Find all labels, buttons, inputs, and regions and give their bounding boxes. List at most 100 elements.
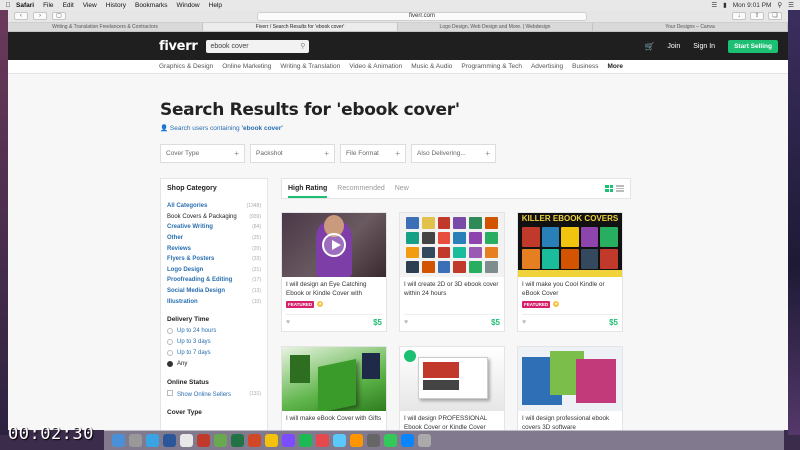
tab-fiverr-search[interactable]: Fiverr / Search Results for 'ebook cover… xyxy=(203,23,398,31)
sidebar-item-illustration[interactable]: Illustration (10) xyxy=(167,296,261,307)
start-selling-button[interactable]: Start Selling xyxy=(728,39,778,53)
tab-recommended[interactable]: Recommended xyxy=(337,185,384,192)
join-link[interactable]: Join xyxy=(667,43,680,50)
menu-list-icon[interactable]: ☰ xyxy=(788,1,794,9)
nav-graphics-design[interactable]: Graphics & Design xyxy=(159,63,213,70)
filter-packshot[interactable]: Packshot + xyxy=(250,144,335,163)
gig-title[interactable]: I will make eBook Cover with Gifts xyxy=(282,411,386,430)
gig-card[interactable]: KILLER EBOOK COVERS I will make you Cool… xyxy=(517,212,623,332)
nav-more[interactable]: More xyxy=(608,63,624,70)
nav-advertising[interactable]: Advertising xyxy=(531,63,563,70)
battery-icon[interactable]: ▮ xyxy=(723,1,727,9)
forward-button[interactable]: › xyxy=(33,12,47,20)
online-sellers-checkbox[interactable]: Show Online Sellers (131) xyxy=(167,389,261,400)
play-icon[interactable] xyxy=(322,233,346,257)
back-button[interactable]: ‹ xyxy=(14,12,28,20)
gig-thumbnail[interactable] xyxy=(282,213,386,277)
gig-card[interactable]: I will design PROFESSIONAL Ebook Cover o… xyxy=(399,346,505,430)
gig-title[interactable]: I will design professional ebook covers … xyxy=(518,411,622,430)
sidebar-item-all-categories[interactable]: All Categories (1348) xyxy=(167,201,261,212)
download-button[interactable]: ↓ xyxy=(732,12,746,20)
gig-title[interactable]: I will design an Eye Catching Ebook or K… xyxy=(282,277,386,299)
notes-icon[interactable] xyxy=(180,434,193,447)
messages-icon[interactable] xyxy=(384,434,397,447)
nav-video-animation[interactable]: Video & Animation xyxy=(349,63,402,70)
gig-title[interactable]: I will create 2D or 3D ebook cover withi… xyxy=(400,277,504,299)
filter-file-format[interactable]: File Format + xyxy=(340,144,406,163)
menu-help[interactable]: Help xyxy=(209,2,222,9)
delivery-any-radio[interactable]: Any xyxy=(167,359,261,370)
nav-online-marketing[interactable]: Online Marketing xyxy=(222,63,271,70)
safari-icon[interactable] xyxy=(146,434,159,447)
powerpoint-icon[interactable] xyxy=(248,434,261,447)
trash-icon[interactable] xyxy=(418,434,431,447)
menu-app[interactable]: Safari xyxy=(16,2,34,9)
tab-logo-design[interactable]: Logo Design, Web Design and More. | Webd… xyxy=(398,23,593,31)
sidebar-item-other[interactable]: Other (25) xyxy=(167,233,261,244)
nav-writing-translation[interactable]: Writing & Translation xyxy=(280,63,340,70)
gig-thumbnail[interactable] xyxy=(400,347,504,411)
word-icon[interactable] xyxy=(163,434,176,447)
sidebar-toggle-button[interactable]: ▢ xyxy=(52,12,66,20)
search-users-link[interactable]: 👤 Search users containing 'ebook cover' xyxy=(160,124,283,132)
gig-card[interactable]: I will create 2D or 3D ebook cover withi… xyxy=(399,212,505,332)
app-icon[interactable] xyxy=(282,434,295,447)
spotlight-icon[interactable]: ⚲ xyxy=(777,1,782,9)
heart-icon[interactable]: ♥ xyxy=(522,319,526,326)
gig-card[interactable]: I will design an Eye Catching Ebook or K… xyxy=(281,212,387,332)
sidebar-item-flyers-posters[interactable]: Flyers & Posters (33) xyxy=(167,254,261,265)
menu-file[interactable]: File xyxy=(43,2,53,9)
gig-title[interactable]: I will design PROFESSIONAL Ebook Cover o… xyxy=(400,411,504,430)
search-input[interactable]: ebook cover ⚲ xyxy=(206,39,310,53)
tab-high-rating[interactable]: High Rating xyxy=(288,185,328,198)
share-button[interactable]: ⇧ xyxy=(750,12,764,20)
menu-window[interactable]: Window xyxy=(177,2,200,9)
finder-icon[interactable] xyxy=(112,434,125,447)
nav-business[interactable]: Business xyxy=(572,63,598,70)
sidebar-item-logo-design[interactable]: Logo Design (21) xyxy=(167,265,261,276)
sidebar-item-reviews[interactable]: Reviews (20) xyxy=(167,243,261,254)
gig-card[interactable]: I will design professional ebook covers … xyxy=(517,346,623,430)
spotify-icon[interactable] xyxy=(299,434,312,447)
settings-icon[interactable] xyxy=(367,434,380,447)
app-icon[interactable] xyxy=(316,434,329,447)
sidebar-item-creative-writing[interactable]: Creative Writing (84) xyxy=(167,222,261,233)
filter-also-delivering[interactable]: Also Delivering... + xyxy=(411,144,496,163)
gig-thumbnail[interactable]: KILLER EBOOK COVERS xyxy=(518,213,622,277)
tab-new[interactable]: New xyxy=(395,185,409,192)
grid-view-icon[interactable] xyxy=(605,185,613,192)
signin-link[interactable]: Sign In xyxy=(693,43,715,50)
menubar-clock[interactable]: Mon 9:01 PM xyxy=(733,2,772,9)
fiverr-logo[interactable]: fiverr xyxy=(159,39,198,54)
address-bar[interactable]: fiverr.com xyxy=(257,12,587,21)
nav-programming-tech[interactable]: Programming & Tech xyxy=(461,63,522,70)
app-store-icon[interactable] xyxy=(333,434,346,447)
gig-thumbnail[interactable] xyxy=(400,213,504,277)
tab-writing[interactable]: Writing & Translation Freelancers & Cont… xyxy=(8,23,203,31)
mail-icon[interactable] xyxy=(401,434,414,447)
acrobat-icon[interactable] xyxy=(197,434,210,447)
menu-view[interactable]: View xyxy=(83,2,97,9)
gig-card[interactable]: I will make eBook Cover with Gifts xyxy=(281,346,387,430)
nav-music-audio[interactable]: Music & Audio xyxy=(411,63,452,70)
gig-thumbnail[interactable] xyxy=(518,347,622,411)
tab-canva[interactable]: Your Designs – Canva xyxy=(593,23,788,31)
facetime-icon[interactable] xyxy=(214,434,227,447)
gig-thumbnail[interactable] xyxy=(282,347,386,411)
gig-title[interactable]: I will make you Cool Kindle or eBook Cov… xyxy=(518,277,622,299)
heart-icon[interactable]: ♥ xyxy=(404,319,408,326)
tabs-overview-button[interactable]: ❏ xyxy=(768,12,782,20)
excel-icon[interactable] xyxy=(231,434,244,447)
photos-icon[interactable] xyxy=(350,434,363,447)
launchpad-icon[interactable] xyxy=(129,434,142,447)
apple-icon[interactable]:  xyxy=(0,2,16,9)
delivery-24h-radio[interactable]: Up to 24 hours xyxy=(167,326,261,337)
chrome-icon[interactable] xyxy=(265,434,278,447)
sidebar-item-proofreading[interactable]: Proofreading & Editing (17) xyxy=(167,275,261,286)
menu-history[interactable]: History xyxy=(106,2,126,9)
sidebar-item-social-media[interactable]: Social Media Design (13) xyxy=(167,286,261,297)
search-icon[interactable]: ⚲ xyxy=(300,42,305,50)
cart-icon[interactable]: 🛒 xyxy=(644,42,654,51)
wifi-icon[interactable]: ☰ xyxy=(711,1,717,9)
delivery-3days-radio[interactable]: Up to 3 days xyxy=(167,337,261,348)
